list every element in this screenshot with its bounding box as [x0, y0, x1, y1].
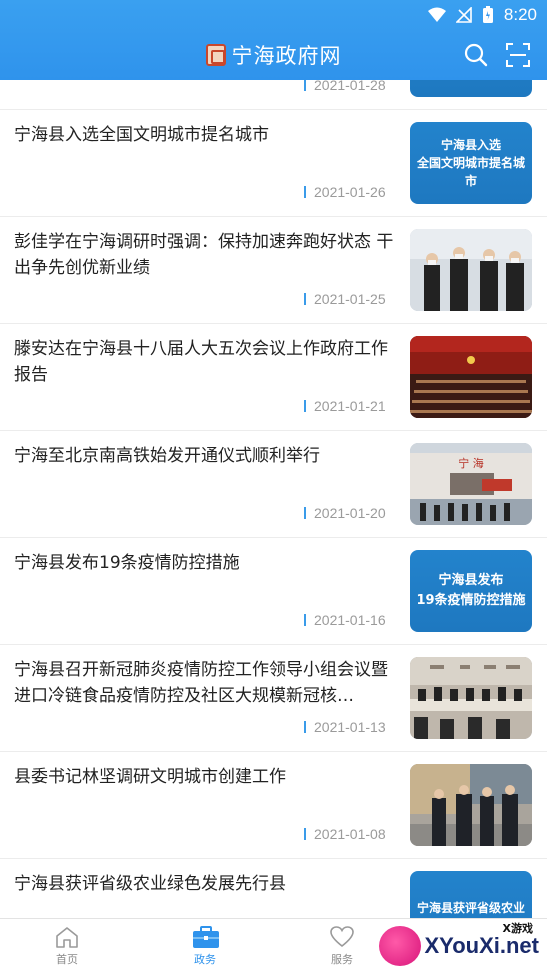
news-title: 县委书记林坚调研文明城市创建工作 [14, 767, 286, 787]
status-bar: 8:20 [427, 4, 537, 26]
news-title: 彭佳学在宁海调研时强调：保持加速奔跑好状态 干出争先创优新业绩 [14, 232, 394, 278]
news-list: 2021-01-28 宁海县入选全国文明城市提名城市 2021-01-26 宁海… [0, 80, 547, 918]
wifi-icon [427, 7, 446, 22]
news-title: 滕安达在宁海县十八届人大五次会议上作政府工作报告 [14, 339, 388, 385]
thumbnail-caption: 宁海县获评省级农业 [416, 901, 525, 915]
news-item[interactable]: 宁海县获评省级农业绿色发展先行县 宁海县获评省级农业 [0, 859, 547, 918]
news-item[interactable]: 宁海县召开新冠肺炎疫情防控工作领导小组会议暨进口冷链食品疫情防控及社区大规模新冠… [0, 645, 547, 752]
app-header: 8:20 宁海政府网 [0, 0, 547, 80]
battery-icon [482, 6, 493, 23]
photo-conference-image [410, 336, 532, 418]
app-title: 宁海政府网 [231, 44, 342, 68]
watermark-small-text: X游戏 [502, 922, 533, 935]
home-icon [56, 927, 78, 948]
news-item[interactable]: 县委书记林坚调研文明城市创建工作 2021-01-08 [0, 752, 547, 859]
site-watermark: X游戏 XYouXi.net [370, 918, 547, 974]
news-date: 2021-01-21 [304, 399, 386, 413]
heart-icon [330, 926, 354, 948]
thumbnail-caption: 宁海县入选 全国文明城市提名城市 [416, 138, 525, 188]
briefcase-icon [193, 926, 219, 948]
search-icon [464, 43, 488, 67]
news-date: 2021-01-25 [304, 292, 386, 306]
news-item[interactable]: 宁海至北京南高铁始发开通仪式顺利举行 2021-01-20 宁 海 [0, 431, 547, 538]
tab-home[interactable]: 首页 [32, 925, 102, 967]
tab-label: 服务 [331, 953, 353, 966]
tab-label: 政务 [194, 953, 216, 966]
tab-label: 首页 [56, 953, 78, 966]
scan-icon [506, 43, 530, 67]
photo-street-image [410, 764, 532, 846]
news-date: 2021-01-26 [304, 185, 386, 199]
watermark-text: XYouXi.net [424, 933, 540, 958]
news-photo [410, 336, 532, 418]
gamepad-icon [378, 926, 421, 966]
news-date: 2021-01-28 [304, 80, 386, 92]
news-item[interactable]: 宁海县入选全国文明城市提名城市 2021-01-26 宁海县入选 全国文明城市提… [0, 110, 547, 217]
news-photo: 宁 海 [410, 443, 532, 525]
news-title: 宁海县获评省级农业绿色发展先行县 [14, 874, 286, 894]
signal-off-icon [455, 7, 472, 23]
photo-meeting-image [410, 657, 532, 739]
news-title: 宁海县发布19条疫情防控措施 [14, 553, 240, 573]
news-photo [410, 764, 532, 846]
news-item[interactable]: 2021-01-28 [0, 80, 547, 110]
news-item[interactable]: 彭佳学在宁海调研时强调：保持加速奔跑好状态 干出争先创优新业绩 2021-01-… [0, 217, 547, 324]
news-thumbnail [410, 80, 532, 97]
photo-station-image: 宁 海 [410, 443, 532, 525]
news-photo [410, 657, 532, 739]
news-date: 2021-01-13 [304, 720, 386, 734]
status-time: 8:20 [503, 5, 537, 24]
news-date: 2021-01-20 [304, 506, 386, 520]
news-thumbnail: 宁海县获评省级农业 [410, 871, 532, 918]
tab-government-affairs[interactable]: 政务 [170, 925, 240, 967]
news-item[interactable]: 滕安达在宁海县十八届人大五次会议上作政府工作报告 2021-01-21 [0, 324, 547, 431]
app-logo [205, 44, 226, 66]
news-thumbnail: 宁海县发布 19条疫情防控措施 [410, 550, 532, 632]
photo-people-image [410, 229, 532, 311]
news-item[interactable]: 宁海县发布19条疫情防控措施 2021-01-16 宁海县发布 19条疫情防控措… [0, 538, 547, 645]
tab-services[interactable]: 服务 [307, 925, 377, 967]
news-thumbnail: 宁海县入选 全国文明城市提名城市 [410, 122, 532, 204]
thumbnail-caption: 宁海县发布 19条疫情防控措施 [416, 573, 526, 608]
scan-button[interactable] [505, 42, 531, 68]
news-date: 2021-01-08 [304, 827, 386, 841]
news-photo [410, 229, 532, 311]
search-button[interactable] [463, 42, 489, 68]
news-date: 2021-01-16 [304, 613, 386, 627]
news-title: 宁海至北京南高铁始发开通仪式顺利举行 [14, 446, 320, 466]
news-title: 宁海县入选全国文明城市提名城市 [14, 125, 269, 145]
thumbnail-caption: 宁 海 [458, 456, 484, 470]
news-title: 宁海县召开新冠肺炎疫情防控工作领导小组会议暨进口冷链食品疫情防控及社区大规模新冠… [14, 660, 388, 706]
